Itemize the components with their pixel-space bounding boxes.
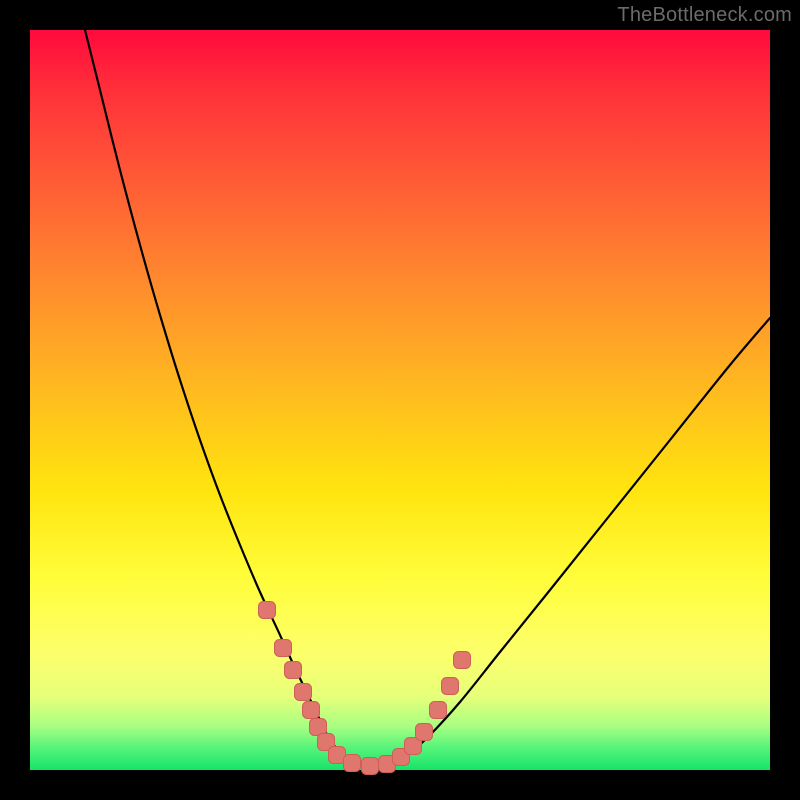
curve-marker [416, 724, 433, 741]
curve-marker [285, 662, 302, 679]
curve-marker [344, 755, 361, 772]
curve-marker [430, 702, 447, 719]
plot-area [30, 30, 770, 770]
curve-marker [329, 747, 346, 764]
chart-svg [30, 30, 770, 770]
curve-marker [454, 652, 471, 669]
curve-marker [442, 678, 459, 695]
watermark-text: TheBottleneck.com [617, 4, 792, 27]
curve-marker [310, 719, 327, 736]
chart-frame: TheBottleneck.com [0, 0, 800, 800]
curve-marker [275, 640, 292, 657]
curve-markers [259, 602, 471, 775]
curve-marker [259, 602, 276, 619]
curve-marker [295, 684, 312, 701]
curve-marker [303, 702, 320, 719]
bottleneck-curve [85, 30, 770, 766]
curve-marker [362, 758, 379, 775]
